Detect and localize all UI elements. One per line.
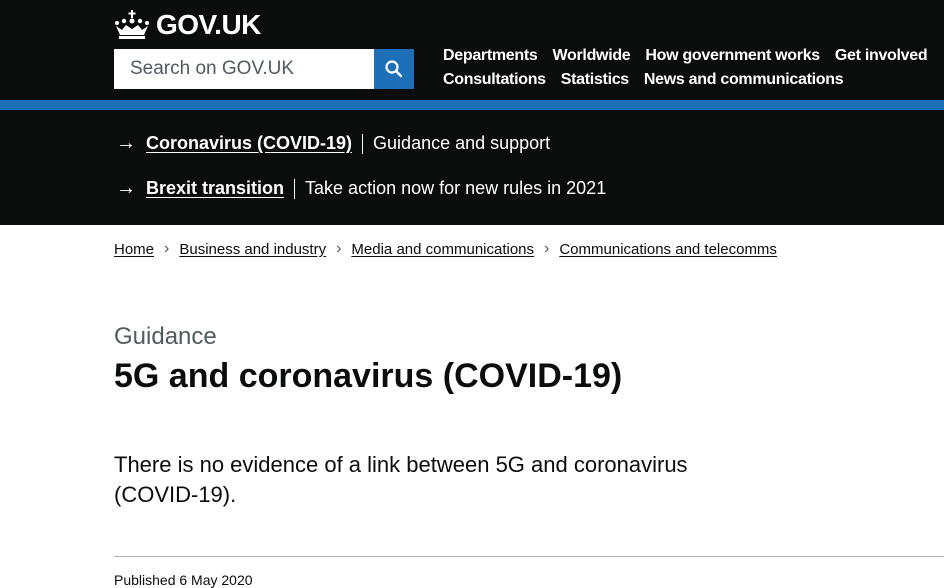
page-title: 5G and coronavirus (COVID-19) <box>114 357 623 395</box>
nav-link-consultations[interactable]: Consultations <box>443 71 546 89</box>
lead-paragraph: There is no evidence of a link between 5… <box>114 452 688 507</box>
breadcrumb-communications-and-telecomms[interactable]: Communications and telecomms <box>559 241 777 258</box>
nav-link-departments[interactable]: Departments <box>443 47 538 65</box>
nav-link-news-and-communications[interactable]: News and communications <box>644 71 844 89</box>
published-date: Published 6 May 2020 <box>114 572 253 588</box>
page-caption: Guidance <box>114 323 217 350</box>
site-header: GOV.UK Departments Worldwide How governm… <box>0 0 944 100</box>
coronavirus-link[interactable]: Coronavirus (COVID-19) <box>146 133 352 154</box>
nav-row-2: Consultations Statistics News and commun… <box>443 68 943 92</box>
logo-text: GOV.UK <box>156 9 261 40</box>
nav-link-get-involved[interactable]: Get involved <box>835 47 928 65</box>
banner-item-brexit: → Brexit transition Take action now for … <box>116 177 606 200</box>
search-icon <box>385 60 403 78</box>
govuk-logo-link[interactable]: GOV.UK <box>114 9 261 41</box>
search-form <box>114 49 414 89</box>
banner-separator <box>294 178 296 199</box>
global-banner: → Coronavirus (COVID-19) Guidance and su… <box>0 110 944 225</box>
banner-description: Take action now for new rules in 2021 <box>305 178 607 198</box>
chevron-right-icon: › <box>336 240 342 257</box>
search-input[interactable] <box>114 49 374 89</box>
breadcrumb-home[interactable]: Home <box>114 241 154 258</box>
banner-item-coronavirus: → Coronavirus (COVID-19) Guidance and su… <box>116 132 550 155</box>
brexit-transition-link[interactable]: Brexit transition <box>146 178 284 199</box>
arrow-right-icon: → <box>116 177 136 199</box>
nav-link-worldwide[interactable]: Worldwide <box>553 47 631 65</box>
chevron-right-icon: › <box>164 240 170 257</box>
chevron-right-icon: › <box>544 240 550 257</box>
metadata-divider <box>114 556 944 557</box>
nav-link-statistics[interactable]: Statistics <box>561 71 629 89</box>
search-button[interactable] <box>374 49 414 89</box>
breadcrumb: Home › Business and industry › Media and… <box>114 240 777 258</box>
nav-link-how-government-works[interactable]: How government works <box>645 47 820 65</box>
crown-icon <box>115 10 149 39</box>
header-blue-border <box>0 100 944 110</box>
main-navigation: Departments Worldwide How government wor… <box>443 44 943 92</box>
breadcrumb-media-and-communications[interactable]: Media and communications <box>351 241 534 258</box>
arrow-right-icon: → <box>116 132 136 154</box>
banner-separator <box>362 133 364 154</box>
banner-description: Guidance and support <box>373 133 551 153</box>
breadcrumb-business-and-industry[interactable]: Business and industry <box>179 241 326 258</box>
nav-row-1: Departments Worldwide How government wor… <box>443 44 943 68</box>
